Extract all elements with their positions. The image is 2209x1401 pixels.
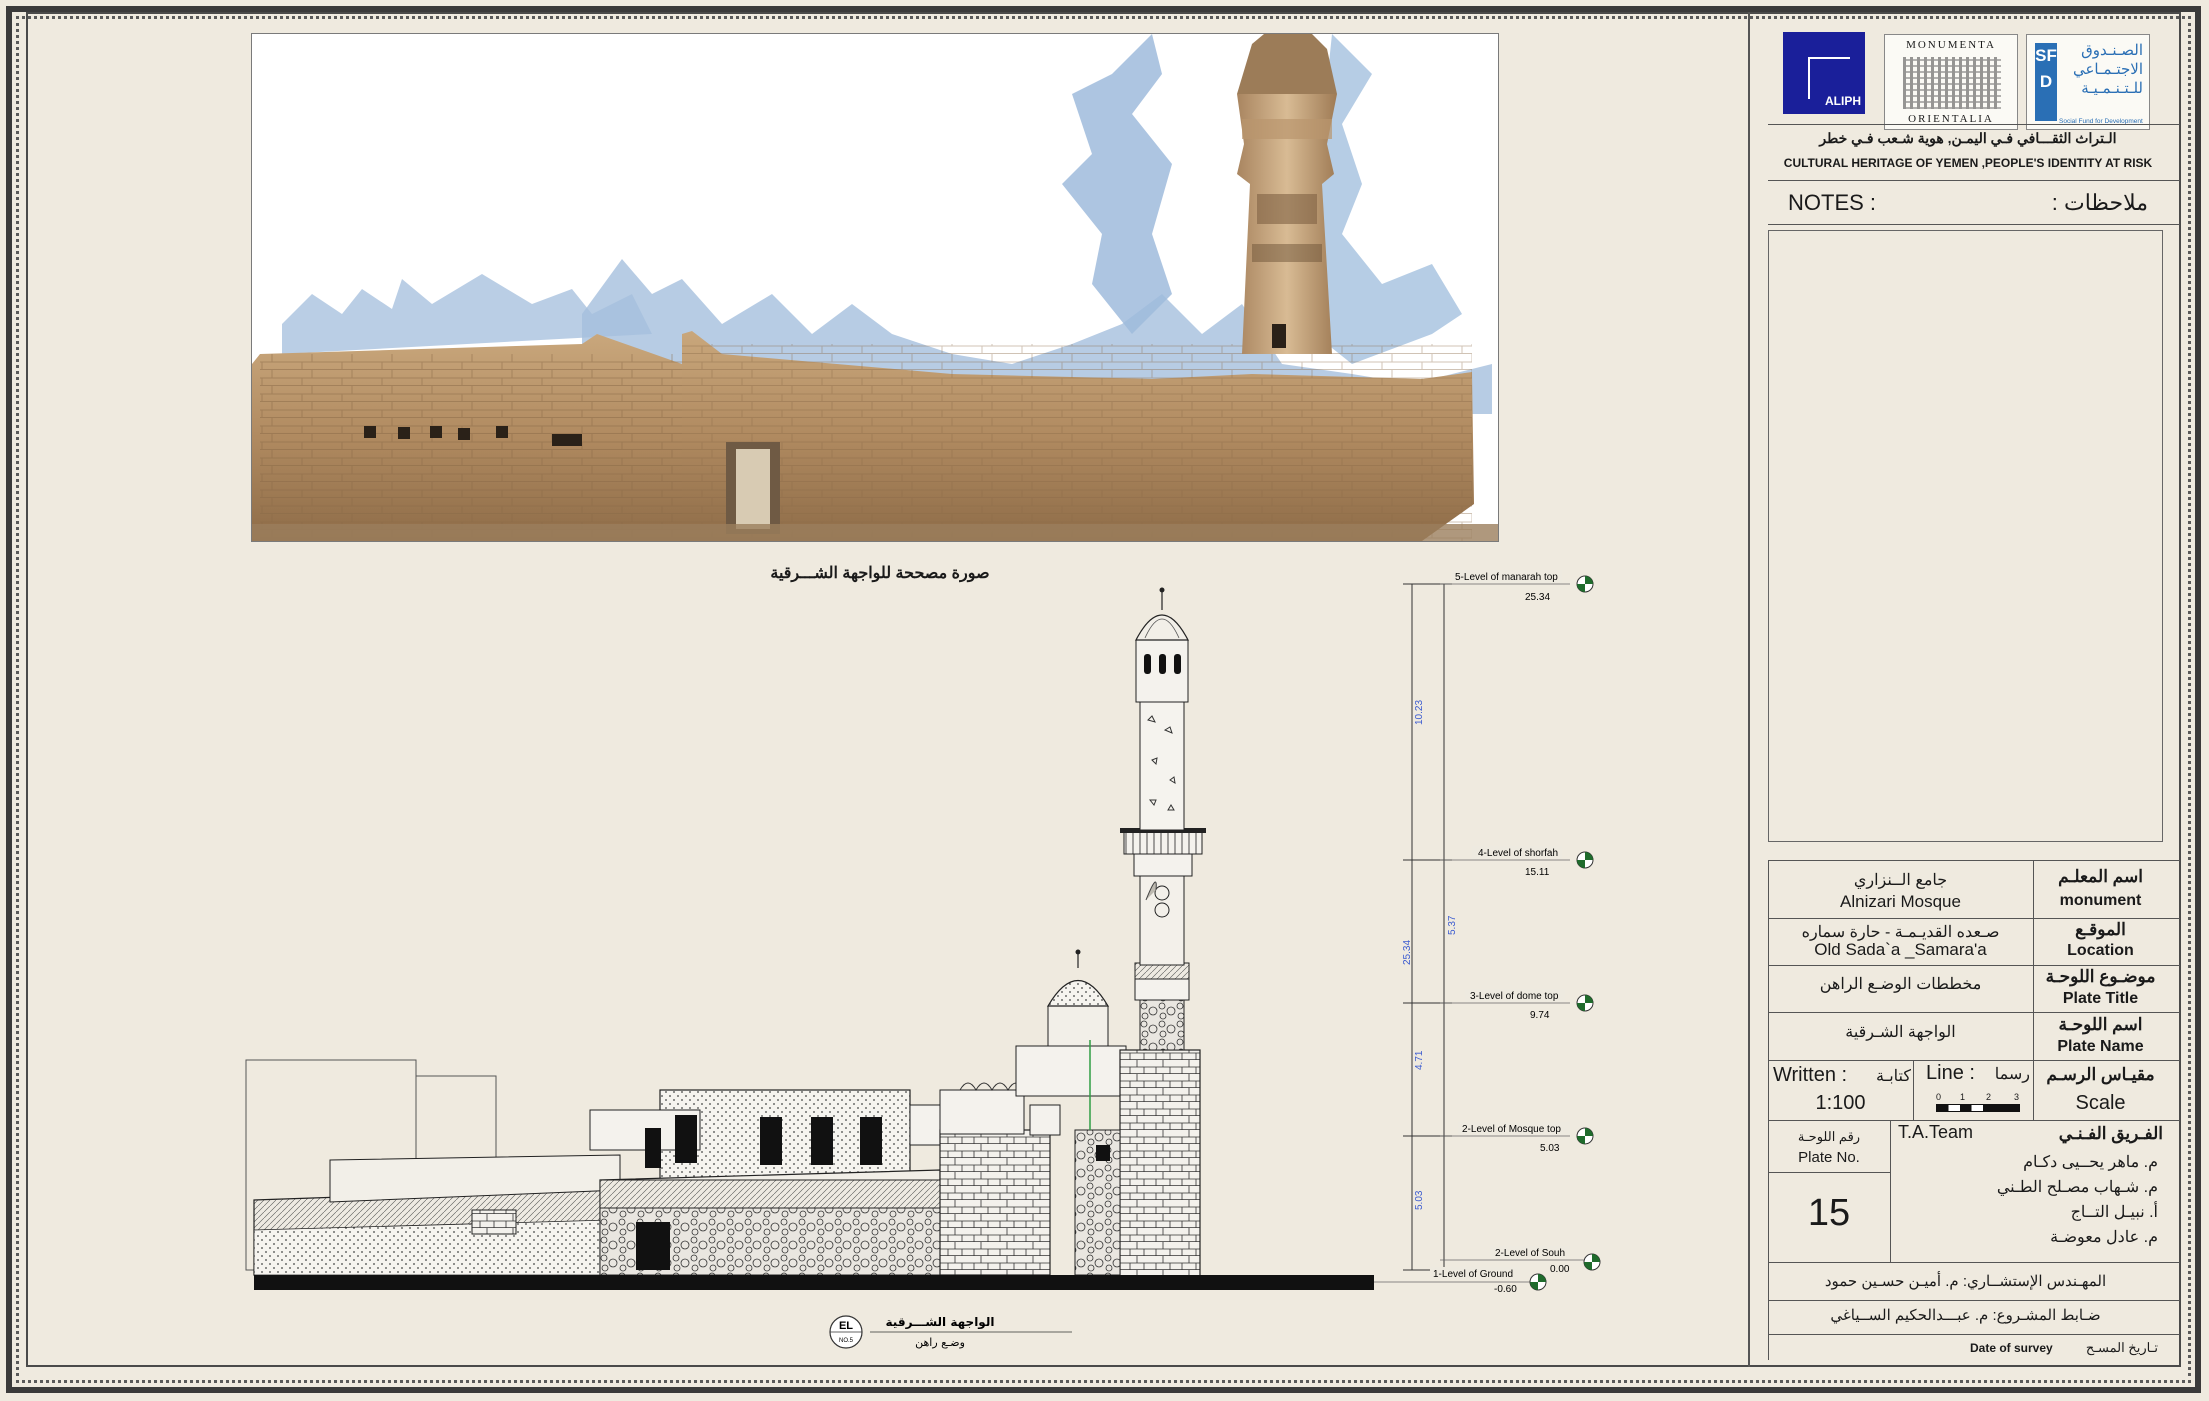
photo-minaret [1237,34,1337,354]
east-elevation-drawing: 10.23 5.37 4.71 5.03 25.34 5-Level of ma… [245,570,1601,1349]
level-label: 4-Level of shorfah [1478,848,1558,859]
sfd-logo: SFD الصـنـدوق الاجتـمـاعي للـتـنـمـيـة S… [2026,34,2150,130]
location-value-en: Old Sada`a _Samara'a [1814,940,1987,959]
graphic-scale-bar: 0 1 2 3 [1936,1092,2020,1114]
level-value: 0.00 [1550,1264,1570,1275]
consultant-engineer: المهـندس الإستشــاري: م. أميـن حسـين حمو… [1824,1273,2107,1290]
level-label: 2-Level of Mosque top [1462,1124,1561,1135]
monument-label-en: monument [2059,892,2142,909]
line-label-en: Line : [1926,1062,1975,1084]
elevation-minaret [1119,587,1206,1281]
plate-title-label-ar: موضـوع اللوحـة [2045,967,2156,986]
plate-number: 15 [1807,1192,1851,1234]
team-label-ar: الفـريق الفـنـي [2058,1124,2163,1143]
monument-value-en: Alnizari Mosque [1840,892,1961,911]
elevation-title-block: EL NO.5 الواجهة الشـــرقية وضـع راهن [829,1315,1072,1349]
location-value-ar: صـعده القديـمـة - حارة سماره [1801,924,2000,941]
notes-label-en: NOTES : [1788,190,1877,215]
project-title-en: CULTURAL HERITAGE OF YEMEN ,PEOPLE'S IDE… [1783,156,2153,170]
elevation-mark: EL [839,1320,853,1332]
level-marker-4: 4-Level of shorfah 15.11 [1440,846,1594,878]
team-member: أ. نبيـل التــاج [2070,1204,2158,1221]
location-label-en: Location [2067,942,2134,959]
notes-label-ar: ملاحظات : [2051,190,2148,215]
monument-value-ar: جامع الــنزاري [1853,872,1948,889]
level-label: 1-Level of Ground [1433,1269,1513,1280]
scale-label-en: Scale [2075,1092,2126,1114]
line-label-ar: رسما [1994,1066,2030,1083]
survey-date-label-en: Date of survey [1970,1341,2053,1355]
level-value: 9.74 [1530,1010,1550,1021]
elevation-number: NO.5 [839,1338,854,1344]
project-title-ar: الـتراث الثقـــافي فـي اليمـن, هوية شـعب… [1819,130,2117,146]
scale-label-ar: مقيـاس الرسـم [2046,1065,2155,1084]
dim-segment-1: 10.23 [1414,700,1425,725]
level-label: 2-Level of Souh [1495,1248,1565,1259]
elevation-title: الواجهة الشـــرقية [886,1315,995,1330]
written-label-ar: كتابـة [1875,1068,1911,1085]
mosque-north-block [939,1129,1051,1276]
level-value: 5.03 [1540,1143,1560,1154]
level-marker-5: 5-Level of manarah top 25.34 [1440,570,1594,603]
level-label: 5-Level of manarah top [1455,572,1558,583]
team-label-en: T.A.Team [1898,1122,1974,1142]
drawing-sheet: صورة مصححة للواجهة الشـــرقية 10.23 5.37… [0,0,2209,1401]
monumenta-orientalia-logo: MONUMENTA ORIENTALIA [1884,34,2018,130]
plate-name-label-en: Plate Name [2057,1038,2144,1055]
dim-segment-3: 4.71 [1414,1050,1425,1070]
plate-title-value: مخططات الوضـع الراهن [1819,976,1982,993]
level-marker-1-ground: 1-Level of Ground -0.60 [1374,1267,1547,1295]
dim-segment-2: 5.37 [1447,915,1458,935]
location-label-ar: الموقـع [2075,920,2126,939]
plate-no-label-en: Plate No. [1798,1149,1860,1166]
survey-date-label-ar: تـاريخ المسـح [2085,1340,2158,1355]
dim-total: 25.34 [1402,940,1413,965]
facade-photo-illustration [252,34,1498,541]
project-supervisor: ضـابط المشـروع: م. عبـــدالحكيم الســياغ… [1830,1307,2101,1324]
team-member: م. شـهاب مصـلح الطـني [1996,1179,2158,1196]
level-marker-3: 3-Level of dome top 9.74 [1440,989,1594,1021]
plate-title-label-en: Plate Title [2062,990,2139,1007]
level-value: 25.34 [1525,592,1550,603]
team-member: م. عادل معوضـة [2050,1229,2158,1246]
level-value: 15.11 [1525,867,1550,878]
dim-segment-4: 5.03 [1414,1190,1425,1210]
elevation-subtitle: وضـع راهن [915,1336,965,1349]
level-label: 3-Level of dome top [1470,991,1559,1002]
plate-name-label-ar: اسم اللوحـة [2058,1015,2143,1034]
title-block: ALIPH MONUMENTA ORIENTALIA SFD الصـنـدوق… [1748,12,2181,1367]
plate-name-value: الواجهة الشـرقية [1845,1024,1956,1041]
written-scale-value: 1:100 [1815,1092,1866,1114]
elevation-doorway [636,1222,670,1270]
level-marker-2-mosque: 2-Level of Mosque top 5.03 [1440,1122,1594,1154]
notes-area [1768,230,2163,842]
team-member: م. ماهر يحــيى دكـام [2023,1154,2158,1171]
monument-label-ar: اسم المعلـم [2058,867,2143,886]
plate-no-label-ar: رقم اللوحـة [1797,1129,1861,1144]
level-value: -0.60 [1494,1284,1517,1295]
vertical-dimension-line [1403,583,1452,1271]
written-label-en: Written : [1773,1064,1848,1086]
elevation-dome [1015,949,1127,1097]
ground-line [254,1275,1374,1290]
corrected-facade-photo [251,33,1499,542]
